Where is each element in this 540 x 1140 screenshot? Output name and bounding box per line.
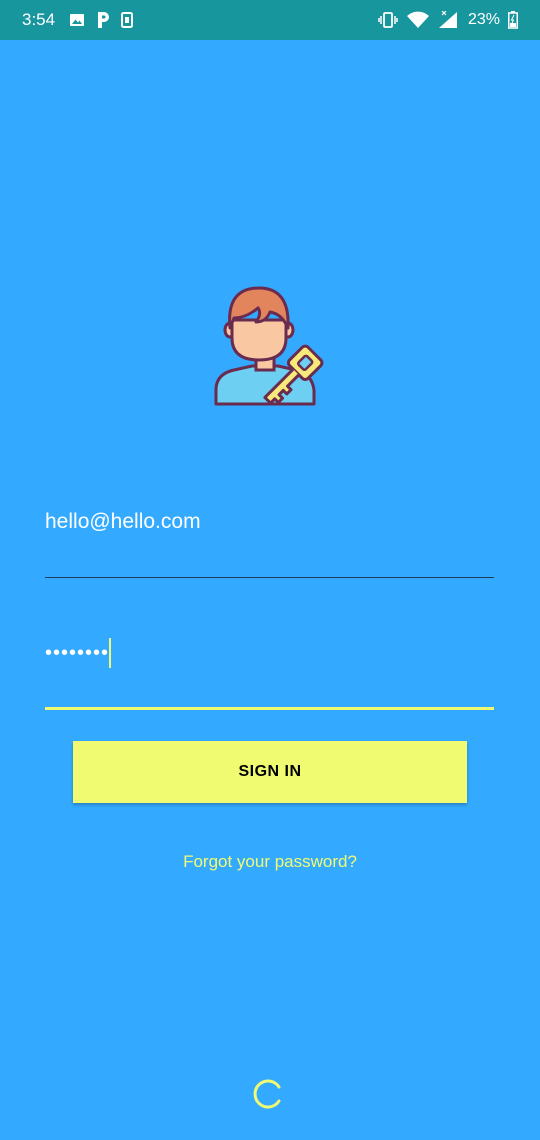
status-right-icons: 23% xyxy=(378,11,518,29)
battery-icon xyxy=(508,11,518,29)
password-value: •••••••• xyxy=(45,642,110,664)
user-key-avatar-icon xyxy=(212,284,328,420)
wifi-icon xyxy=(406,11,429,28)
cell-signal-icon xyxy=(438,11,457,28)
forgot-password-link[interactable]: Forgot your password? xyxy=(0,852,540,872)
parking-icon xyxy=(98,12,110,28)
image-icon xyxy=(70,14,85,26)
status-time: 3:54 xyxy=(22,10,56,29)
password-field[interactable]: •••••••• xyxy=(45,630,494,710)
battery-percent: 23% xyxy=(467,11,500,28)
status-left-icons xyxy=(69,11,134,29)
loading-spinner-icon xyxy=(253,1079,281,1109)
text-caret xyxy=(109,638,111,668)
email-field[interactable]: hello@hello.com xyxy=(45,500,494,578)
vibrate-icon xyxy=(378,12,398,28)
email-underline xyxy=(45,577,494,578)
password-underline xyxy=(45,707,494,710)
status-bar: 3:54 23% xyxy=(0,0,540,40)
sign-in-button[interactable]: SIGN IN xyxy=(73,741,467,803)
email-value: hello@hello.com xyxy=(45,510,201,533)
sd-card-icon xyxy=(121,12,134,28)
